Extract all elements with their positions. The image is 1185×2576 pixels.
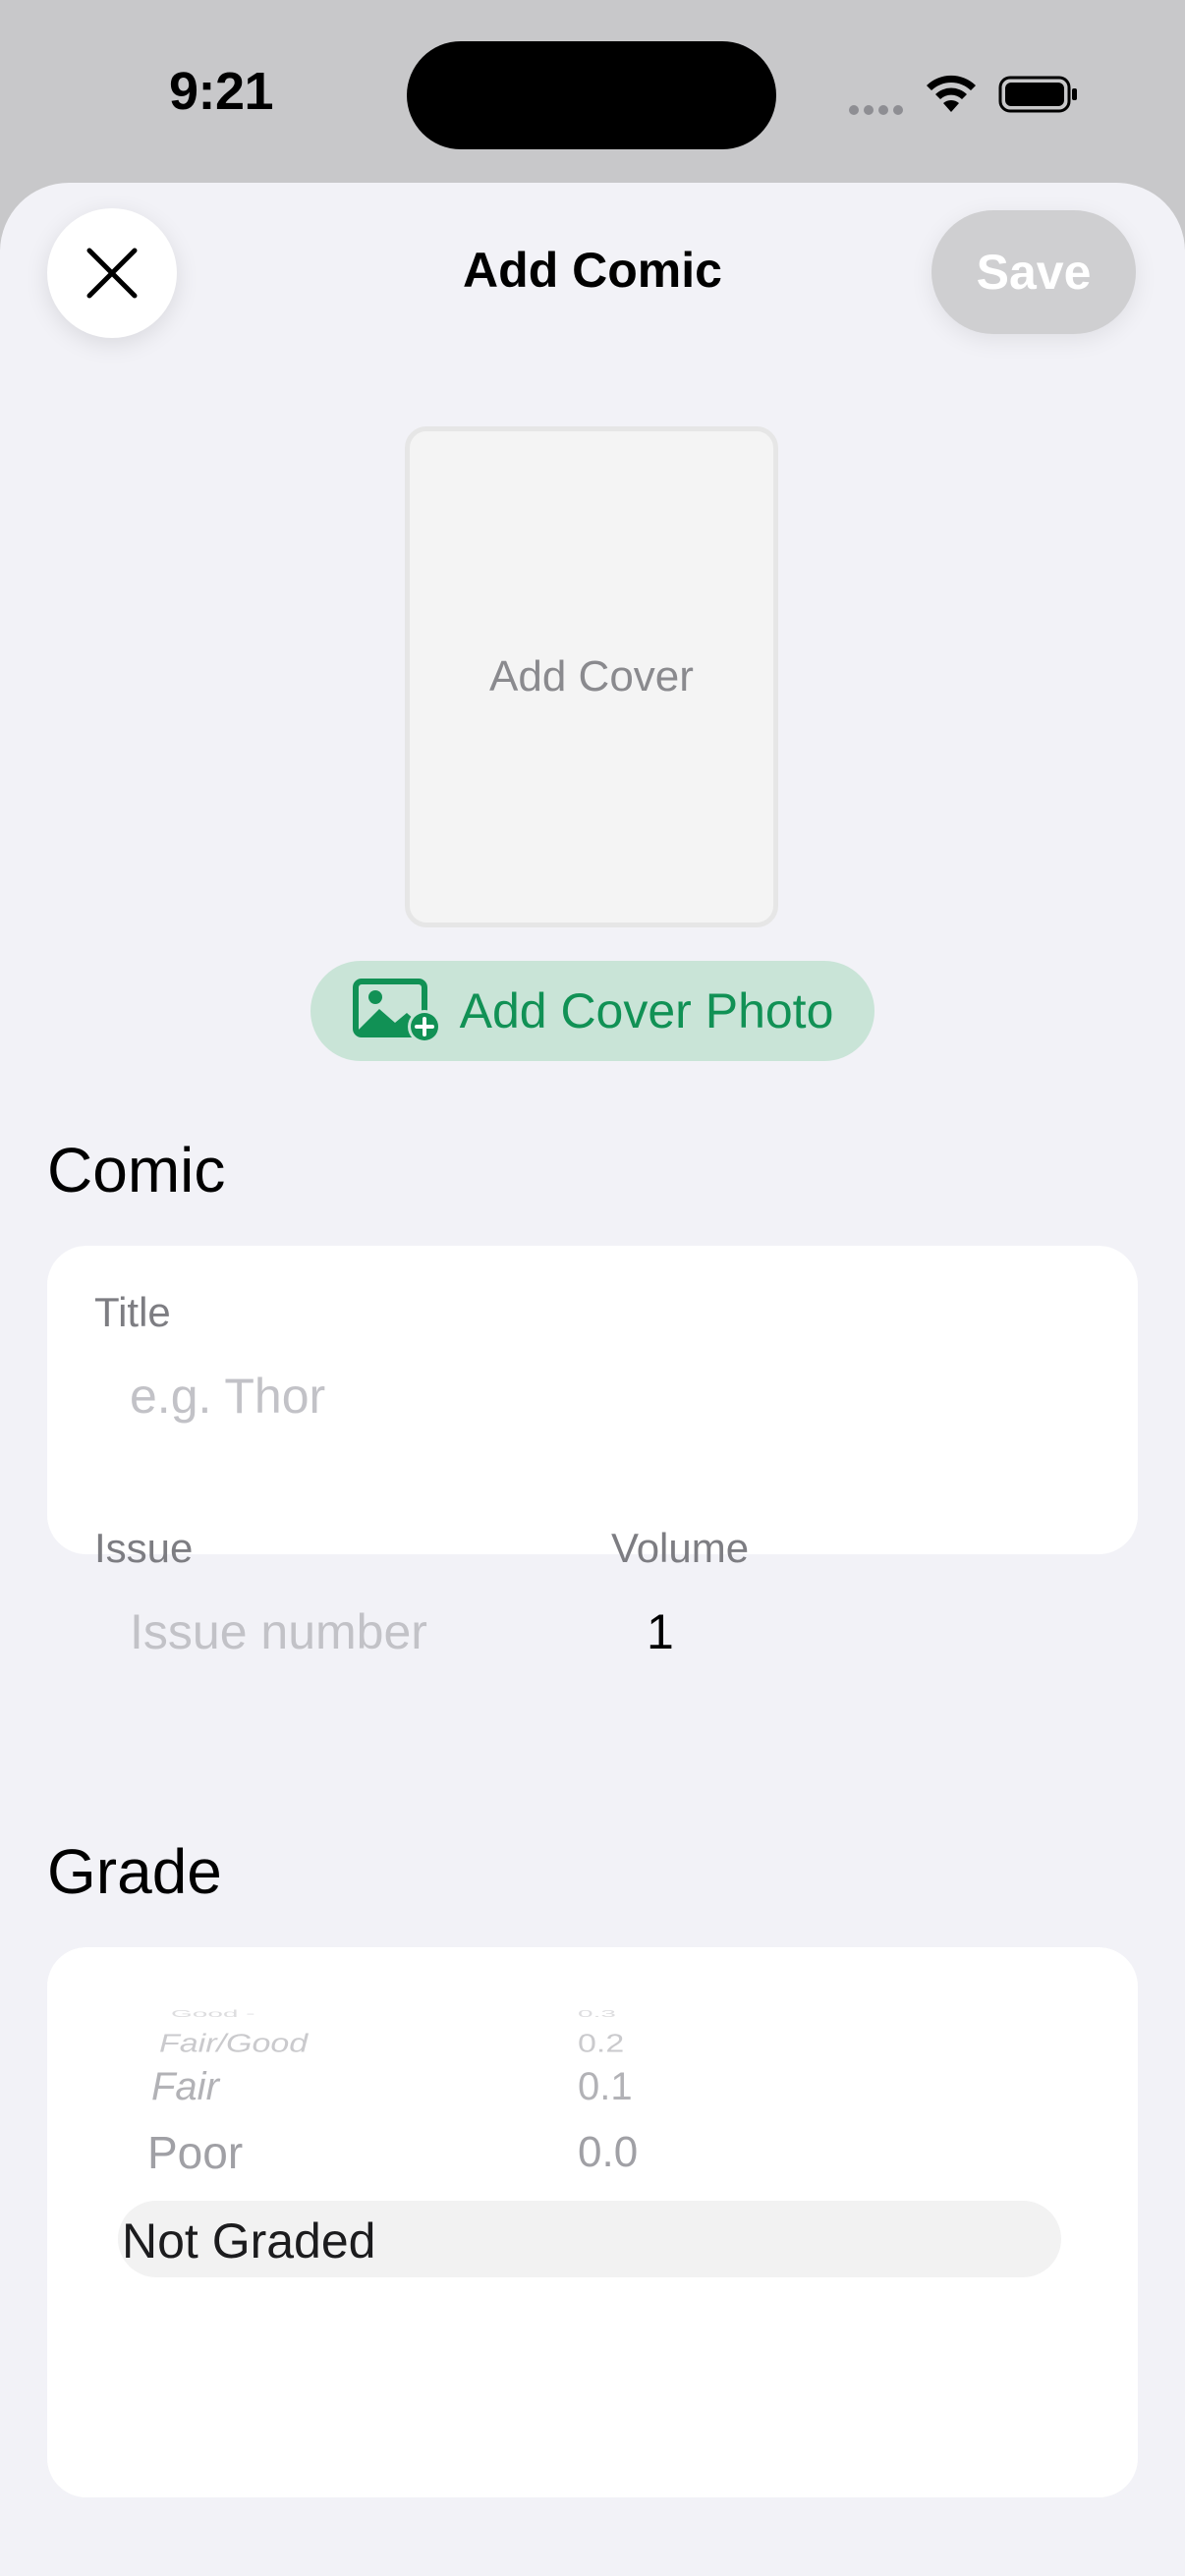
cover-placeholder[interactable]: Add Cover [405, 426, 778, 927]
add-comic-sheet: Add Comic Save Add Cover Add Cover Photo… [0, 183, 1185, 2576]
cellular-signal-icon [849, 102, 908, 115]
battery-icon [998, 76, 1077, 113]
grade-label: Good - [171, 2008, 255, 2019]
picker-selected-item[interactable]: Not Graded [122, 2212, 375, 2269]
grade-value: 0.3 [578, 2008, 616, 2019]
picker-item-value: 0.2 [578, 2030, 624, 2058]
grade-label: Fair/Good [159, 2030, 309, 2058]
title-input[interactable] [130, 1362, 1073, 1430]
comic-section-heading: Comic [47, 1135, 226, 1205]
dynamic-island [407, 41, 776, 149]
issue-number-input[interactable] [130, 1597, 572, 1666]
save-button[interactable]: Save [931, 210, 1136, 334]
grade-label: Fair [151, 2065, 219, 2108]
add-cover-photo-label: Add Cover Photo [459, 983, 834, 1038]
picker-item[interactable]: Fair/Good [159, 2030, 308, 2058]
cover-placeholder-label: Add Cover [489, 652, 694, 700]
grade-section-heading: Grade [47, 1836, 222, 1907]
status-bar: 9:21 [0, 0, 1185, 187]
picker-item-value: 0.0 [578, 2128, 638, 2177]
grade-value: 0.1 [578, 2065, 633, 2108]
title-label: Title [94, 1289, 171, 1335]
grade-picker-wheel[interactable]: Good - 0.3 Fair/Good 0.2 Fair 0.1 Poor 0… [47, 1947, 1138, 2478]
issue-label: Issue [94, 1525, 194, 1571]
add-cover-photo-button[interactable]: Add Cover Photo [310, 961, 875, 1061]
picker-item-value: 0.3 [578, 2008, 616, 2019]
photo-plus-icon [352, 979, 441, 1043]
grade-card: Good - 0.3 Fair/Good 0.2 Fair 0.1 Poor 0… [47, 1947, 1138, 2497]
picker-item-value: 0.1 [578, 2065, 633, 2109]
picker-item[interactable]: Poor [147, 2126, 243, 2179]
volume-label: Volume [611, 1525, 750, 1571]
grade-value: 0.0 [578, 2128, 639, 2176]
status-time: 9:21 [169, 62, 274, 121]
picker-item[interactable]: Good - [171, 2008, 255, 2019]
comic-details-card: Title Issue Volume [47, 1246, 1138, 1666]
volume-input[interactable] [647, 1597, 1089, 1666]
grade-label: Poor [147, 2127, 244, 2178]
picker-item[interactable]: Fair [151, 2065, 219, 2109]
grade-value: 0.2 [578, 2030, 625, 2058]
wifi-icon [927, 75, 976, 112]
